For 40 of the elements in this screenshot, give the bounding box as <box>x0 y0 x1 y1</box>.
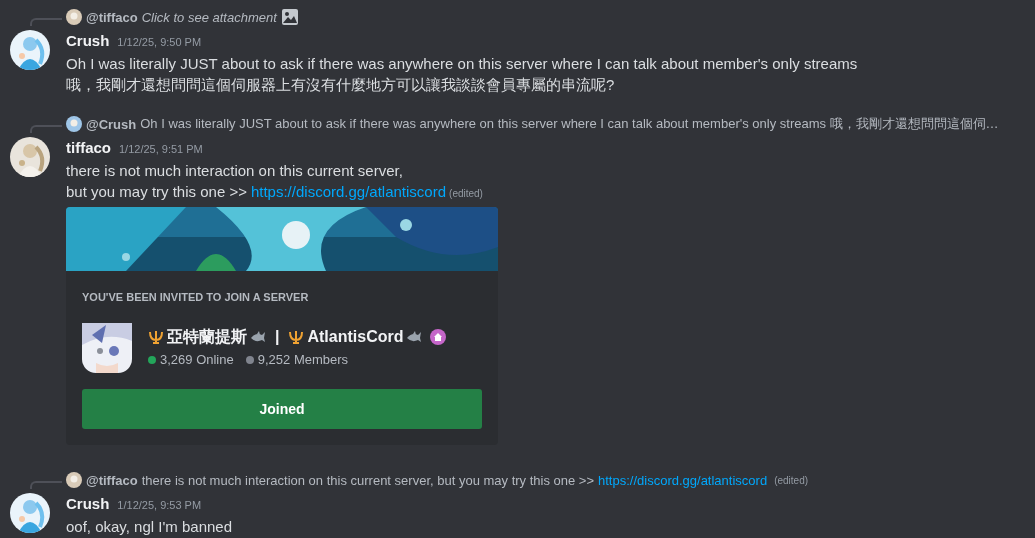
joined-button[interactable]: Joined <box>82 389 482 429</box>
timestamp: 1/12/25, 9:53 PM <box>117 498 202 513</box>
edited-label: (edited) <box>774 474 809 486</box>
reply-link[interactable]: https://discord.gg/atlantiscord <box>598 472 768 488</box>
house-badge-icon <box>430 328 447 345</box>
message-text: there is not much interaction on this current server, <box>66 161 404 181</box>
reply-author[interactable]: @tiffaco <box>86 472 138 488</box>
username[interactable]: Crush <box>66 30 110 51</box>
reply-author[interactable]: @tiffaco <box>86 9 138 25</box>
edited-label: (edited) <box>449 188 483 199</box>
avatar <box>66 9 82 25</box>
reply-text[interactable]: Click to see attachment <box>141 9 277 25</box>
timestamp: 1/12/25, 9:50 PM <box>117 35 202 50</box>
online-count: 3,269 Online <box>160 351 234 369</box>
username[interactable]: tiffaco <box>66 137 111 158</box>
timestamp: 1/12/25, 9:51 PM <box>119 142 203 157</box>
reply-connector <box>30 18 62 26</box>
trident-icon <box>288 328 305 345</box>
avatar <box>66 116 82 132</box>
message-text: Oh I was literally JUST about to ask if there was anywhere on this server where I can talk about member's only streams <box>66 54 858 74</box>
reply-connector <box>30 125 62 133</box>
server-name: AtlantisCord <box>307 327 404 347</box>
separator-text: | <box>275 327 280 347</box>
invite-heading: YOU'VE BEEN INVITED TO JOIN A SERVER <box>82 290 310 305</box>
reply-connector <box>30 481 62 489</box>
message-text: 哦，我剛才還想問問這個伺服器上有沒有什麼地方可以讓我談談會員專屬的串流呢? <box>66 75 616 95</box>
member-count: 9,252 Members <box>257 351 349 369</box>
message-text: oof, okay, ngl I'm banned <box>66 517 233 537</box>
server-name: 亞特蘭提斯 <box>167 327 247 347</box>
members-dot <box>245 355 254 364</box>
image-icon <box>280 8 299 26</box>
trident-icon <box>148 328 164 345</box>
invite-link[interactable]: https://discord.gg/atlantiscord <box>250 183 447 200</box>
reply-author[interactable]: @Crush <box>86 116 137 132</box>
online-dot <box>148 355 156 364</box>
reply-text[interactable]: there is not much interaction on this current server, but you may try this one >> <box>141 472 595 488</box>
reply-text[interactable]: Oh I was literally JUST about to ask if there was anywhere on this server where I can talk about member's only streams 哦，我剛才還想問問這個伺… <box>140 115 999 133</box>
message-text: but you may try this one >> <box>66 183 247 200</box>
avatar <box>66 472 82 488</box>
username[interactable]: Crush <box>66 493 110 514</box>
